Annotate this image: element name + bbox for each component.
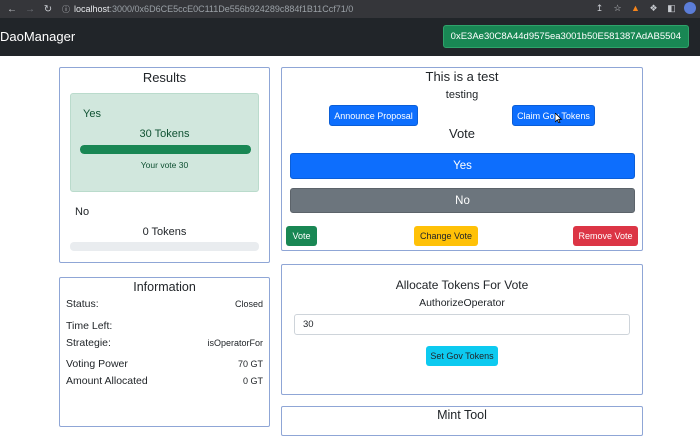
browser-toolbar: ← → ↻ ⓘ localhost:3000/0x6D6CE5ccE0C111D…: [0, 0, 700, 18]
info-value: Closed: [234, 299, 263, 309]
info-icon[interactable]: ⓘ: [62, 4, 70, 15]
remove-vote-button[interactable]: Remove Vote: [573, 226, 638, 246]
address-bar[interactable]: ⓘ localhost:3000/0x6D6CE5ccE0C111De556b9…: [62, 4, 353, 15]
no-progress-bar: [70, 242, 259, 251]
set-gov-tokens-button[interactable]: Set Gov Tokens: [426, 346, 498, 366]
info-key: Voting Power: [66, 358, 128, 370]
info-key: Status:: [66, 298, 99, 310]
info-value: 70 GT: [237, 359, 263, 369]
no-token-count: 0 Tokens: [142, 226, 187, 238]
vote-no-option[interactable]: No: [290, 188, 635, 213]
allocate-title: Allocate Tokens For Vote: [395, 278, 529, 292]
brand-title[interactable]: DaoManager: [0, 29, 75, 44]
sidebar-icon[interactable]: ◧: [666, 3, 677, 14]
forward-arrow-icon[interactable]: →: [24, 3, 36, 15]
yes-progress-bar: [80, 145, 251, 154]
url-path: :3000/0x6D6CE5ccE0C111De556b924289c884f1…: [109, 4, 354, 14]
mouse-pointer-icon: [555, 113, 563, 123]
allocate-subtitle: AuthorizeOperator: [419, 297, 505, 309]
extensions-icon[interactable]: ❖: [648, 3, 659, 14]
yes-label: Yes: [83, 108, 101, 120]
star-icon[interactable]: ☆: [612, 3, 623, 14]
no-label: No: [75, 206, 90, 218]
vote-heading: Vote: [448, 126, 476, 141]
mint-tool-title: Mint Tool: [437, 408, 487, 422]
vote-yes-option[interactable]: Yes: [290, 153, 635, 179]
results-card: Results Yes 30 Tokens Your vote 30 No 0 …: [59, 67, 270, 263]
change-vote-button[interactable]: Change Vote: [414, 226, 478, 246]
claim-gov-tokens-button[interactable]: Claim Gov Tokens: [512, 105, 595, 126]
yes-token-count: 30 Tokens: [139, 128, 190, 140]
results-title: Results: [142, 70, 187, 85]
account-address-button[interactable]: 0xE3Ae30C8A44d9575ea3001b50E581387AdAB55…: [442, 25, 689, 48]
yes-progress-fill: [80, 145, 251, 154]
yes-result-panel: Yes 30 Tokens Your vote 30: [70, 93, 259, 192]
information-card: Information Status: Closed Time Left: St…: [59, 277, 270, 427]
info-key: Time Left:: [66, 320, 113, 332]
mint-tool-card: Mint Tool: [281, 406, 643, 436]
proposal-description: testing: [445, 89, 479, 101]
info-key: Strategie:: [66, 337, 111, 349]
profile-avatar[interactable]: [684, 2, 696, 14]
info-key: Amount Allocated: [66, 375, 148, 387]
info-value: 0 GT: [242, 376, 263, 386]
info-value: isOperatorFor: [207, 338, 263, 348]
reload-icon[interactable]: ↻: [42, 3, 54, 15]
announce-proposal-button[interactable]: Announce Proposal: [329, 105, 418, 126]
app-navbar: DaoManager 0xE3Ae30C8A44d9575ea3001b50E5…: [0, 18, 700, 56]
your-vote-text: Your vote 30: [140, 160, 189, 170]
back-arrow-icon[interactable]: ←: [6, 3, 18, 15]
allocate-tokens-card: Allocate Tokens For Vote AuthorizeOperat…: [281, 264, 643, 395]
information-title: Information: [133, 280, 196, 294]
proposal-title: This is a test: [425, 69, 499, 84]
proposal-card: This is a test testing Announce Proposal…: [281, 67, 643, 251]
url-host: localhost: [74, 4, 110, 14]
vote-button[interactable]: Vote: [286, 226, 317, 246]
allocate-amount-input[interactable]: 30: [294, 314, 630, 335]
share-icon[interactable]: ↥: [594, 3, 605, 14]
metamask-icon[interactable]: ▲: [630, 3, 641, 14]
